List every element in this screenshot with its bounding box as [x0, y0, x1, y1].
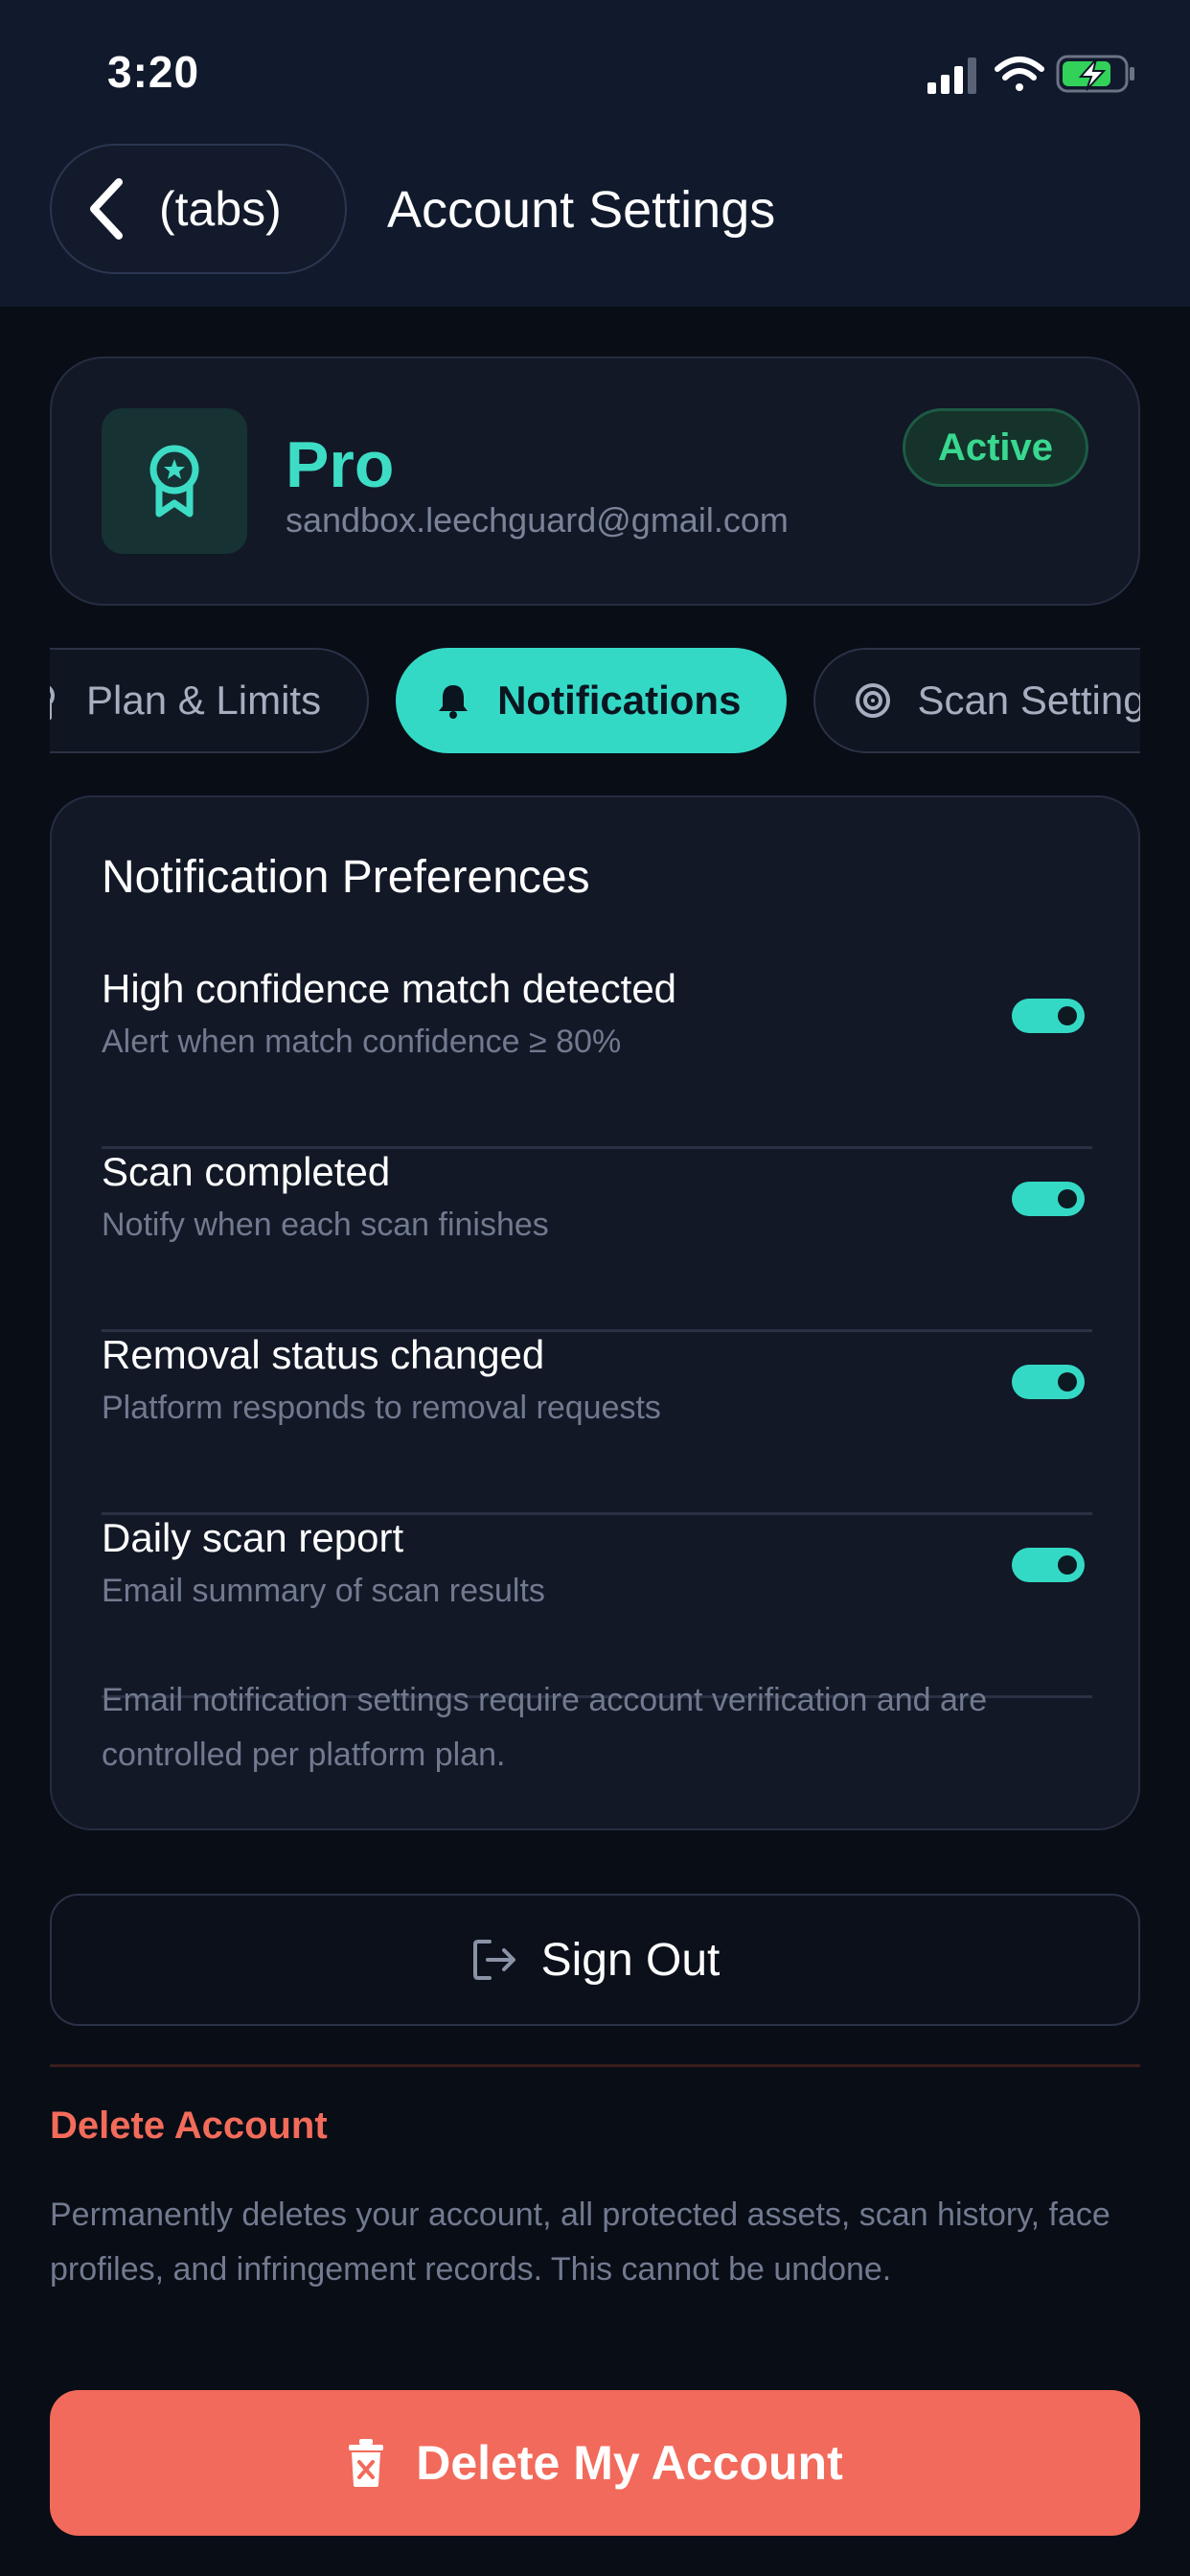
plan-card: Pro sandbox.leechguard@gmail.com Active	[50, 356, 1140, 606]
toggle-knob	[1058, 1555, 1077, 1575]
toggle-knob	[1058, 1372, 1077, 1392]
tab-label: Notifications	[497, 678, 742, 723]
sign-out-button[interactable]: Sign Out	[50, 1894, 1140, 2026]
pref-title: Daily scan report	[102, 1515, 404, 1560]
plan-name: Pro	[286, 428, 395, 501]
header: 3:20 (tabs) Account Settings	[0, 0, 1190, 307]
toggle-knob	[1058, 1006, 1077, 1025]
pref-row-daily-report: Daily scan report Email summary of scan …	[102, 1515, 1092, 1698]
chevron-left-icon	[90, 178, 123, 240]
account-email: sandbox.leechguard@gmail.com	[286, 500, 789, 540]
target-icon	[856, 683, 891, 718]
pref-subtitle: Platform responds to removal requests	[102, 1390, 661, 1426]
tab-label: Plan & Limits	[86, 678, 322, 723]
award-icon	[50, 685, 55, 720]
sign-out-icon	[472, 1940, 515, 1980]
tab-notifications[interactable]: Notifications	[396, 648, 788, 753]
settings-tabs[interactable]: Plan & Limits Notifications Scan Setting…	[50, 648, 1140, 753]
pref-row-scan-completed: Scan completed Notify when each scan fin…	[102, 1149, 1092, 1332]
back-button-label: (tabs)	[159, 182, 282, 236]
sign-out-label: Sign Out	[540, 1934, 721, 1986]
toggle-knob	[1058, 1189, 1077, 1208]
battery-charging-icon	[1056, 55, 1134, 93]
pref-title: Removal status changed	[102, 1332, 545, 1377]
tab-label: Scan Settings	[917, 678, 1140, 723]
scan-completed-toggle[interactable]	[1012, 1182, 1085, 1216]
notification-note: Email notification settings require acco…	[102, 1682, 988, 1773]
status-badge: Active	[903, 408, 1088, 487]
tab-scan-settings[interactable]: Scan Settings	[813, 648, 1140, 753]
plan-icon-container	[102, 408, 247, 554]
notification-preferences-card: Notification Preferences High confidence…	[50, 795, 1140, 1830]
pref-subtitle: Alert when match confidence ≥ 80%	[102, 1024, 622, 1060]
award-icon	[149, 445, 199, 518]
back-button[interactable]: (tabs)	[50, 144, 347, 274]
delete-account-button[interactable]: Delete My Account	[50, 2390, 1140, 2536]
danger-divider	[50, 2064, 1140, 2067]
bell-icon	[439, 685, 469, 719]
status-time: 3:20	[107, 47, 200, 97]
delete-account-description: Permanently deletes your account, all pr…	[50, 2196, 1110, 2288]
pref-subtitle: Notify when each scan finishes	[102, 1207, 549, 1243]
tab-plan-limits[interactable]: Plan & Limits	[50, 648, 370, 753]
pref-row-removal-status: Removal status changed Platform responds…	[102, 1332, 1092, 1515]
pref-title: Scan completed	[102, 1149, 391, 1194]
delete-account-label: Delete My Account	[416, 2436, 843, 2490]
page-title: Account Settings	[387, 181, 776, 239]
removal-status-toggle[interactable]	[1012, 1365, 1085, 1399]
delete-account-heading: Delete Account	[50, 2104, 328, 2147]
section-title: Notification Preferences	[102, 852, 590, 903]
trash-icon	[349, 2439, 384, 2487]
pref-title: High confidence match detected	[102, 966, 677, 1011]
cellular-signal-icon	[927, 58, 976, 94]
pref-subtitle: Email summary of scan results	[102, 1573, 545, 1609]
pref-row-high-confidence: High confidence match detected Alert whe…	[102, 966, 1092, 1149]
high-confidence-toggle[interactable]	[1012, 999, 1085, 1033]
daily-report-toggle[interactable]	[1012, 1548, 1085, 1582]
status-icons	[927, 55, 1134, 94]
wifi-icon	[995, 57, 1044, 91]
